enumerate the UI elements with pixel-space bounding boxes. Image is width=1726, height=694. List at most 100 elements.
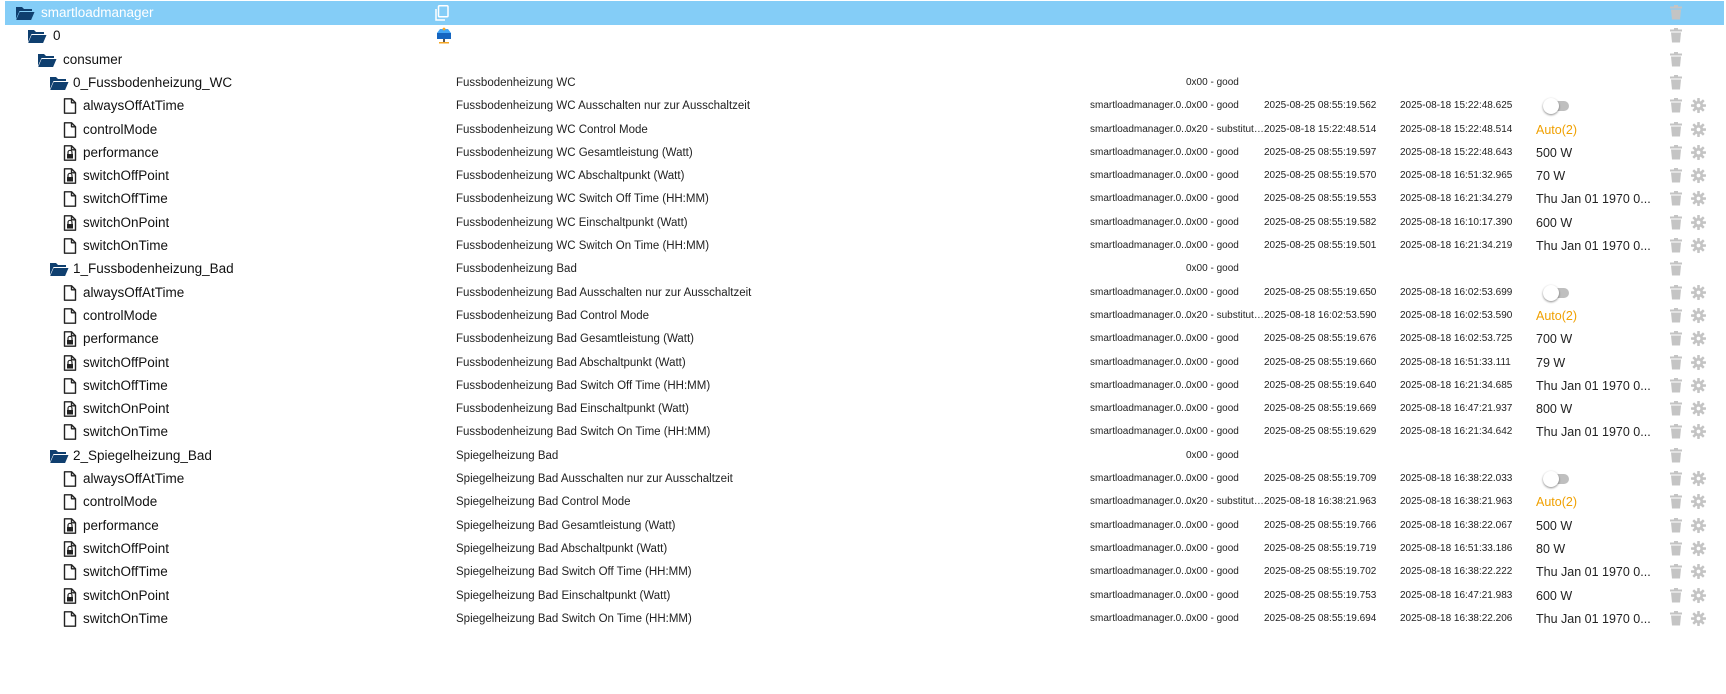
state-value[interactable]: Thu Jan 01 1970 0... — [1536, 607, 1661, 631]
trash-icon[interactable] — [1670, 377, 1682, 398]
trash-icon[interactable] — [1670, 354, 1682, 375]
state-value[interactable]: Thu Jan 01 1970 0... — [1536, 234, 1661, 258]
trash-icon[interactable] — [1670, 144, 1682, 165]
trash-icon[interactable] — [1670, 191, 1682, 211]
gear-icon[interactable] — [1691, 471, 1706, 491]
tree-row-state[interactable]: alwaysOffAtTime Spiegelheizung Bad Aussch… — [5, 467, 1724, 491]
gear-icon[interactable] — [1691, 377, 1706, 398]
tree-row-state[interactable]: switchOnPoint Fussbodenheizung Bad Einsch… — [5, 397, 1724, 421]
tree-row-channel[interactable]: 2_Spiegelheizung_Bad Spiegelheizung Bad 0x… — [5, 444, 1724, 468]
trash-icon[interactable] — [1670, 331, 1682, 351]
tree-row-state[interactable]: switchOffPoint Spiegelheizung Bad Abschal… — [5, 537, 1724, 561]
state-value[interactable]: Thu Jan 01 1970 0... — [1536, 560, 1661, 584]
trash-icon[interactable] — [1670, 517, 1682, 538]
trash-icon[interactable] — [1670, 307, 1682, 328]
copy-icon[interactable] — [435, 5, 449, 26]
state-value[interactable]: 500 W — [1536, 141, 1661, 165]
trash-icon[interactable] — [1670, 494, 1682, 514]
gear-icon[interactable] — [1691, 517, 1706, 538]
tree-row-state[interactable]: performance Spiegelheizung Bad Gesamtleis… — [5, 514, 1724, 538]
tree-row-state[interactable]: switchOnTime Fussbodenheizung WC Switch O… — [5, 234, 1724, 258]
tree-row-state[interactable]: switchOnTime Fussbodenheizung Bad Switch … — [5, 420, 1724, 444]
tree-row-consumer[interactable]: consumer — [5, 48, 1724, 72]
tree-row-state[interactable]: alwaysOffAtTime Fussbodenheizung Bad Auss… — [5, 281, 1724, 305]
trash-icon[interactable] — [1670, 564, 1682, 584]
trash-icon[interactable] — [1670, 74, 1682, 95]
gear-icon[interactable] — [1691, 284, 1706, 305]
value-toggle-switch[interactable] — [1543, 98, 1569, 115]
gear-icon[interactable] — [1691, 168, 1706, 188]
value-toggle-switch[interactable] — [1543, 284, 1569, 301]
state-value[interactable]: Auto(2) — [1536, 304, 1661, 328]
gear-icon[interactable] — [1691, 307, 1706, 328]
tree-row-channel[interactable]: 0_Fussbodenheizung_WC Fussbodenheizung WC… — [5, 71, 1724, 95]
trash-icon[interactable] — [1670, 28, 1682, 48]
state-value[interactable]: 700 W — [1536, 327, 1661, 351]
state-value[interactable]: Auto(2) — [1536, 490, 1661, 514]
trash-icon[interactable] — [1670, 447, 1682, 468]
state-quality: 0x00 - good — [1186, 193, 1239, 205]
gear-icon[interactable] — [1691, 191, 1706, 211]
gear-icon[interactable] — [1691, 587, 1706, 608]
gear-icon[interactable] — [1691, 214, 1706, 235]
gear-icon[interactable] — [1691, 144, 1706, 165]
gear-icon[interactable] — [1691, 401, 1706, 421]
trash-icon[interactable] — [1670, 121, 1682, 142]
tree-row-state[interactable]: switchOnPoint Spiegelheizung Bad Einschal… — [5, 584, 1724, 608]
trash-icon[interactable] — [1670, 587, 1682, 608]
trash-icon[interactable] — [1670, 238, 1682, 258]
gear-icon[interactable] — [1691, 564, 1706, 584]
gear-icon[interactable] — [1691, 354, 1706, 375]
trash-icon[interactable] — [1670, 168, 1682, 188]
gear-icon[interactable] — [1691, 610, 1706, 631]
gear-icon[interactable] — [1691, 121, 1706, 142]
state-value[interactable]: 600 W — [1536, 584, 1661, 608]
tree-row-state[interactable]: switchOnTime Spiegelheizung Bad Switch On… — [5, 607, 1724, 631]
tree-row-state[interactable]: switchOffPoint Fussbodenheizung WC Abscha… — [5, 164, 1724, 188]
trash-icon[interactable] — [1670, 98, 1682, 118]
trash-icon[interactable] — [1670, 5, 1682, 25]
readonly-file-icon — [63, 211, 85, 235]
tree-row-instance[interactable]: 0 — [5, 24, 1724, 48]
gear-icon[interactable] — [1691, 494, 1706, 514]
value-toggle-switch[interactable] — [1543, 471, 1569, 487]
object-description: Fussbodenheizung WC Ausschalten nur zur … — [456, 100, 751, 113]
trash-icon[interactable] — [1670, 610, 1682, 631]
trash-icon[interactable] — [1670, 540, 1682, 561]
tree-row-state[interactable]: controlMode Spiegelheizung Bad Control Mo… — [5, 490, 1724, 514]
tree-row-state[interactable]: switchOnPoint Fussbodenheizung WC Einscha… — [5, 211, 1724, 235]
tree-row-state[interactable]: switchOffPoint Fussbodenheizung Bad Absch… — [5, 351, 1724, 375]
trash-icon[interactable] — [1670, 284, 1682, 305]
gear-icon[interactable] — [1691, 424, 1706, 444]
gear-icon[interactable] — [1691, 540, 1706, 561]
gear-icon[interactable] — [1691, 331, 1706, 351]
state-value[interactable]: 500 W — [1536, 514, 1661, 538]
tree-row-state[interactable]: switchOffTime Fussbodenheizung WC Switch … — [5, 187, 1724, 211]
gear-icon[interactable] — [1691, 238, 1706, 258]
trash-icon[interactable] — [1670, 214, 1682, 235]
tree-row-state[interactable]: switchOffTime Spiegelheizung Bad Switch O… — [5, 560, 1724, 584]
tree-row-state[interactable]: switchOffTime Fussbodenheizung Bad Switch… — [5, 374, 1724, 398]
tree-row-state[interactable]: controlMode Fussbodenheizung WC Control M… — [5, 118, 1724, 142]
tree-row-channel[interactable]: 1_Fussbodenheizung_Bad Fussbodenheizung B… — [5, 257, 1724, 281]
tree-row-root[interactable]: smartloadmanager — [5, 1, 1724, 25]
trash-icon[interactable] — [1670, 51, 1682, 72]
state-value[interactable]: Thu Jan 01 1970 0... — [1536, 420, 1661, 444]
gear-icon[interactable] — [1691, 98, 1706, 118]
state-value[interactable]: Thu Jan 01 1970 0... — [1536, 374, 1661, 398]
state-value[interactable]: 70 W — [1536, 164, 1661, 188]
state-value[interactable]: Auto(2) — [1536, 118, 1661, 142]
state-value[interactable]: 600 W — [1536, 211, 1661, 235]
state-value[interactable]: 79 W — [1536, 351, 1661, 375]
state-value[interactable]: Thu Jan 01 1970 0... — [1536, 187, 1661, 211]
trash-icon[interactable] — [1670, 261, 1682, 281]
state-value[interactable]: 80 W — [1536, 537, 1661, 561]
tree-row-state[interactable]: performance Fussbodenheizung WC Gesamtlei… — [5, 141, 1724, 165]
trash-icon[interactable] — [1670, 471, 1682, 491]
trash-icon[interactable] — [1670, 401, 1682, 421]
tree-row-state[interactable]: controlMode Fussbodenheizung Bad Control … — [5, 304, 1724, 328]
tree-row-state[interactable]: alwaysOffAtTime Fussbodenheizung WC Aussc… — [5, 94, 1724, 118]
tree-row-state[interactable]: performance Fussbodenheizung Bad Gesamtle… — [5, 327, 1724, 351]
state-value[interactable]: 800 W — [1536, 397, 1661, 421]
trash-icon[interactable] — [1670, 424, 1682, 444]
